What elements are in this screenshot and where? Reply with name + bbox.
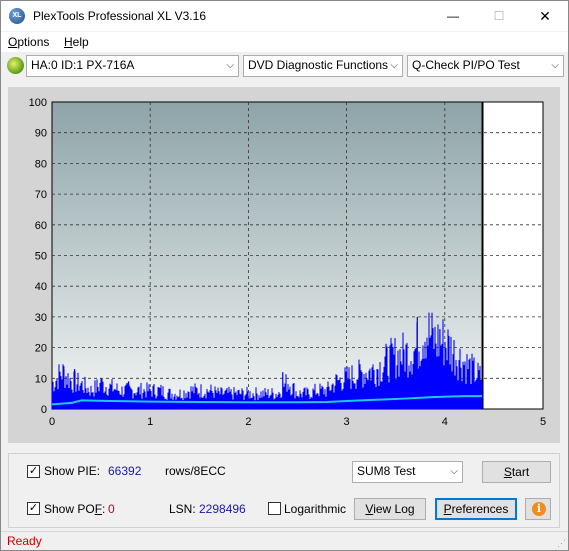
y-tick-label: 80 <box>35 158 47 170</box>
chevron-down-icon: ⌵ <box>226 60 234 71</box>
control-panel: ✓ Show PIE: 66392 rows/8ECC SUM8 Test ⌵ … <box>8 453 560 528</box>
show-poe-label-colon: : <box>102 502 106 516</box>
y-tick-label: 20 <box>35 343 47 355</box>
function-select[interactable]: DVD Diagnostic Functions ⌵ <box>243 55 403 77</box>
status-text: Ready <box>7 534 42 548</box>
start-button[interactable]: Start <box>482 461 551 483</box>
status-bar: Ready ⋰ <box>1 531 568 550</box>
drive-select-value: HA:0 ID:1 PX-716A <box>31 58 135 72</box>
menu-options-mnemonic: O <box>8 35 18 49</box>
view-log-label: iew Log <box>373 502 415 516</box>
poe-value: 0 <box>108 502 115 516</box>
y-tick-label: 10 <box>35 373 47 385</box>
info-icon: i <box>532 502 546 516</box>
pi-po-chart: 0 10 20 30 40 50 60 70 80 90 100 0 1 2 3 4 5 <box>29 97 546 428</box>
start-mnemonic: S <box>503 465 512 479</box>
show-poe-checkbox[interactable]: ✓ <box>27 502 40 515</box>
x-tick-label: 0 <box>49 416 55 428</box>
x-tick-label: 5 <box>540 416 546 428</box>
test-select-value: Q-Check PI/PO Test <box>412 58 520 72</box>
drive-select[interactable]: HA:0 ID:1 PX-716A ⌵ <box>26 55 239 77</box>
close-button[interactable]: ✕ <box>522 1 568 31</box>
y-tick-label: 0 <box>41 404 47 416</box>
lsn-value: 2298496 <box>199 502 246 516</box>
sum-test-select-value: SUM8 Test <box>357 464 416 478</box>
chevron-down-icon: ⌵ <box>551 60 559 71</box>
show-poe-label-text: Show PO <box>44 502 95 516</box>
show-pie-label: Show PIE: <box>44 464 101 478</box>
title-bar[interactable]: XL PlexTools Professional XL V3.16 — ☐ ✕ <box>1 1 568 31</box>
y-tick-label: 100 <box>29 97 47 109</box>
y-tick-label: 30 <box>35 312 47 324</box>
logarithmic-label: Logarithmic <box>284 502 347 516</box>
x-tick-label: 4 <box>442 416 448 428</box>
y-tick-label: 90 <box>35 128 47 140</box>
resize-grip-icon[interactable]: ⋰ <box>557 538 566 549</box>
show-pie-checkbox[interactable]: ✓ <box>27 465 40 478</box>
lsn-label: LSN: <box>169 502 196 516</box>
preferences-label: references <box>451 502 509 516</box>
pie-value: 66392 <box>108 464 142 478</box>
start-label: tart <box>511 465 530 479</box>
plextools-logo-icon: XL <box>9 8 25 24</box>
x-tick-label: 1 <box>147 416 153 428</box>
toolbar: HA:0 ID:1 PX-716A ⌵ DVD Diagnostic Funct… <box>1 53 568 80</box>
show-poe-label: Show POF: <box>44 502 105 516</box>
chart-panel: 0 10 20 30 40 50 60 70 80 90 100 0 1 2 3 4 5 <box>8 87 560 443</box>
function-select-value: DVD Diagnostic Functions <box>248 58 389 72</box>
chevron-down-icon: ⌵ <box>390 60 398 71</box>
y-tick-label: 40 <box>35 281 47 293</box>
menu-help[interactable]: Help <box>64 35 89 49</box>
y-tick-label: 70 <box>35 189 47 201</box>
y-axis-ticks: 0 10 20 30 40 50 60 70 80 90 100 <box>29 97 47 416</box>
y-tick-label: 60 <box>35 220 47 232</box>
minimize-button[interactable]: — <box>430 1 476 31</box>
maximize-button[interactable]: ☐ <box>476 1 522 31</box>
menu-options-label: ptions <box>17 35 50 49</box>
menu-options[interactable]: Options <box>8 35 49 49</box>
x-axis-ticks: 0 1 2 3 4 5 <box>49 416 546 428</box>
x-tick-label: 2 <box>245 416 251 428</box>
logarithmic-checkbox[interactable] <box>268 502 281 515</box>
rows-per-ecc-label: rows/8ECC <box>165 464 226 478</box>
drive-icon <box>7 57 24 74</box>
window-title: PlexTools Professional XL V3.16 <box>33 9 206 23</box>
show-poe-mnemonic: F <box>94 502 103 516</box>
x-tick-label: 3 <box>344 416 350 428</box>
y-tick-label: 50 <box>35 251 47 263</box>
chevron-down-icon: ⌵ <box>450 466 458 477</box>
sum-test-select[interactable]: SUM8 Test ⌵ <box>352 461 463 483</box>
view-log-button[interactable]: View Log <box>354 498 426 520</box>
menu-help-label: elp <box>72 35 89 49</box>
preferences-mnemonic: P <box>443 502 452 516</box>
preferences-button[interactable]: Preferences <box>435 498 517 520</box>
app-window: XL PlexTools Professional XL V3.16 — ☐ ✕… <box>0 0 569 551</box>
menu-help-mnemonic: H <box>64 35 73 49</box>
info-button[interactable]: i <box>525 498 551 520</box>
menu-bar: Options Help <box>1 32 568 52</box>
test-select[interactable]: Q-Check PI/PO Test ⌵ <box>407 55 564 77</box>
